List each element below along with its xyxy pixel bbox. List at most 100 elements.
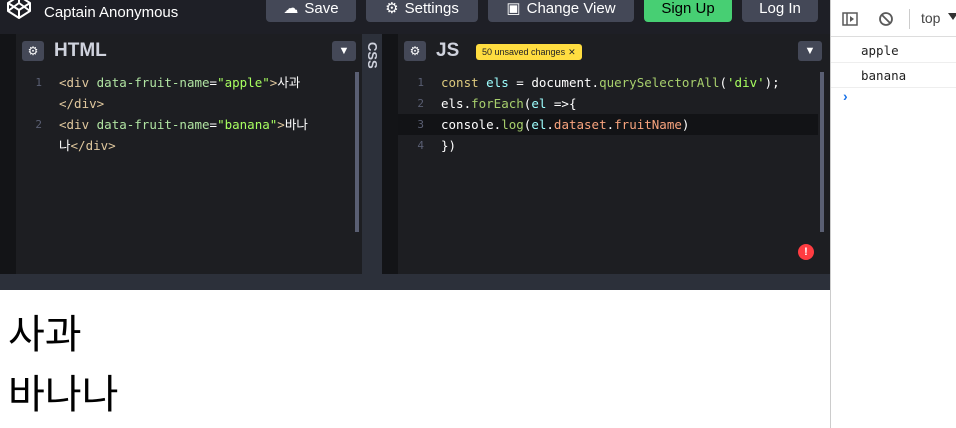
editors-area: ⚙ HTML ▼ 1 <div data-fruit-name="apple">사…: [0, 34, 830, 274]
code-line[interactable]: 1 <div data-fruit-name="apple">사과: [16, 72, 350, 93]
code-token: 나: [59, 138, 71, 153]
toolbar-divider: [909, 9, 910, 29]
top-header: Captain Anonymous ☁ Save ⚙ Settings ▣ Ch…: [0, 0, 830, 34]
devtools-console: top apple banana ›: [830, 0, 956, 428]
html-code-editor[interactable]: 1 <div data-fruit-name="apple">사과 </div> 2 <…: [16, 72, 362, 274]
context-selector[interactable]: top: [921, 10, 940, 26]
code-token: dataset: [553, 117, 607, 132]
preview-resize-bar[interactable]: [0, 274, 830, 290]
code-token: );: [764, 75, 780, 90]
code-text: const els = document.querySelectorAll('d…: [441, 72, 780, 93]
code-token: =: [209, 75, 218, 90]
code-token: <div: [59, 75, 97, 90]
code-token: el: [531, 96, 554, 111]
code-token: els.: [441, 96, 472, 111]
code-line[interactable]: 2 <div data-fruit-name="banana">바나: [16, 114, 350, 135]
code-token: = document.: [516, 75, 600, 90]
code-token: data-fruit-name: [96, 75, 210, 90]
code-text: <div data-fruit-name="banana">바나: [59, 114, 308, 135]
code-text: console.log(el.dataset.fruitName): [441, 114, 689, 135]
html-editor-pane: ⚙ HTML ▼ 1 <div data-fruit-name="apple">사…: [16, 34, 362, 274]
html-editor-scrollbar[interactable]: [355, 72, 359, 232]
user-name[interactable]: Captain Anonymous: [44, 4, 178, 21]
change-view-button[interactable]: ▣ Change View: [488, 0, 634, 22]
html-collapse-chevron-icon[interactable]: ▼: [332, 41, 356, 61]
code-line[interactable]: 1 const els = document.querySelectorAll('…: [398, 72, 818, 93]
code-line[interactable]: 3 console.log(el.dataset.fruitName): [398, 114, 818, 135]
cloud-icon: ☁: [283, 0, 299, 17]
code-line[interactable]: 4}): [398, 135, 818, 156]
sign-up-button[interactable]: Sign Up: [644, 0, 732, 22]
clear-console-icon[interactable]: [877, 10, 895, 28]
codepen-workspace: Captain Anonymous ☁ Save ⚙ Settings ▣ Ch…: [0, 0, 956, 428]
code-token: <div: [59, 117, 97, 132]
close-icon[interactable]: ✕: [568, 47, 576, 58]
save-button[interactable]: ☁ Save: [266, 0, 356, 22]
gear-icon: ⚙: [385, 0, 399, 17]
js-pane-header: ⚙ JS 50 unsaved changes ✕ ▼: [398, 34, 830, 67]
line-number: 3: [417, 118, 424, 131]
code-token: =: [209, 117, 218, 132]
sidebar-toggle-icon[interactable]: [841, 10, 859, 28]
code-token: el: [531, 117, 547, 132]
code-token: fruitName: [614, 117, 682, 132]
css-pane-collapsed[interactable]: CSS: [362, 34, 382, 274]
console-log-row: banana: [831, 63, 956, 88]
console-toolbar: top: [831, 0, 956, 37]
console-log-row: apple: [831, 38, 956, 63]
code-token: querySelectorAll: [599, 75, 720, 90]
layout-icon: ▣: [506, 0, 521, 17]
js-pane-title: JS: [436, 40, 460, 61]
code-token: (: [719, 75, 728, 90]
code-token: data-fruit-name: [96, 117, 210, 132]
js-collapse-chevron-icon[interactable]: ▼: [798, 41, 822, 61]
code-token: =>{: [553, 96, 577, 111]
code-token: 바나: [284, 117, 308, 132]
line-number: 2: [35, 118, 42, 131]
line-number: 1: [417, 76, 424, 89]
js-code-editor[interactable]: 1 const els = document.querySelectorAll('…: [398, 72, 830, 274]
code-token: }): [441, 138, 457, 153]
code-token: </div>: [70, 138, 116, 153]
code-line[interactable]: 2 els.forEach(el =>{: [398, 93, 818, 114]
context-dropdown-icon[interactable]: [948, 13, 956, 20]
line-number: 2: [417, 97, 424, 110]
code-line[interactable]: 나</div>: [16, 135, 350, 156]
code-token: els: [486, 75, 517, 90]
line-number: 1: [35, 76, 42, 89]
html-pane-title: HTML: [54, 40, 107, 61]
code-token: >: [277, 117, 285, 132]
code-text: els.forEach(el =>{: [441, 93, 576, 114]
settings-button[interactable]: ⚙ Settings: [366, 0, 478, 22]
code-token: console.: [441, 117, 502, 132]
code-token: </div>: [59, 96, 105, 111]
js-editor-scrollbar[interactable]: [820, 72, 824, 232]
code-token: 'div': [727, 75, 765, 90]
code-line[interactable]: </div>: [16, 93, 350, 114]
html-pane-header: ⚙ HTML ▼: [16, 34, 362, 67]
console-prompt-icon[interactable]: ›: [843, 88, 848, 104]
preview-item-apple: 사과: [8, 312, 82, 358]
code-token: "apple": [217, 75, 270, 90]
line-number: 4: [417, 139, 424, 152]
js-settings-gear-icon[interactable]: ⚙: [404, 41, 426, 61]
code-token: ): [681, 117, 690, 132]
result-preview: 사과 바나나: [0, 290, 830, 428]
log-in-button[interactable]: Log In: [742, 0, 818, 22]
code-token: forEach: [471, 96, 524, 111]
code-text: 나</div>: [59, 135, 116, 156]
codepen-logo-icon[interactable]: [6, 0, 32, 20]
unsaved-changes-badge[interactable]: 50 unsaved changes ✕: [476, 44, 582, 60]
code-text: </div>: [59, 93, 104, 114]
code-token: 사과: [277, 75, 301, 90]
code-text: }): [441, 135, 456, 156]
code-token: "banana": [217, 117, 278, 132]
code-token: log: [501, 117, 524, 132]
error-icon[interactable]: !: [798, 244, 814, 260]
code-token: const: [441, 75, 487, 90]
code-token: .: [546, 117, 554, 132]
preview-item-banana: 바나나: [8, 372, 119, 418]
html-settings-gear-icon[interactable]: ⚙: [22, 41, 44, 61]
code-text: <div data-fruit-name="apple">사과: [59, 72, 300, 93]
css-pane-title: CSS: [365, 42, 380, 69]
